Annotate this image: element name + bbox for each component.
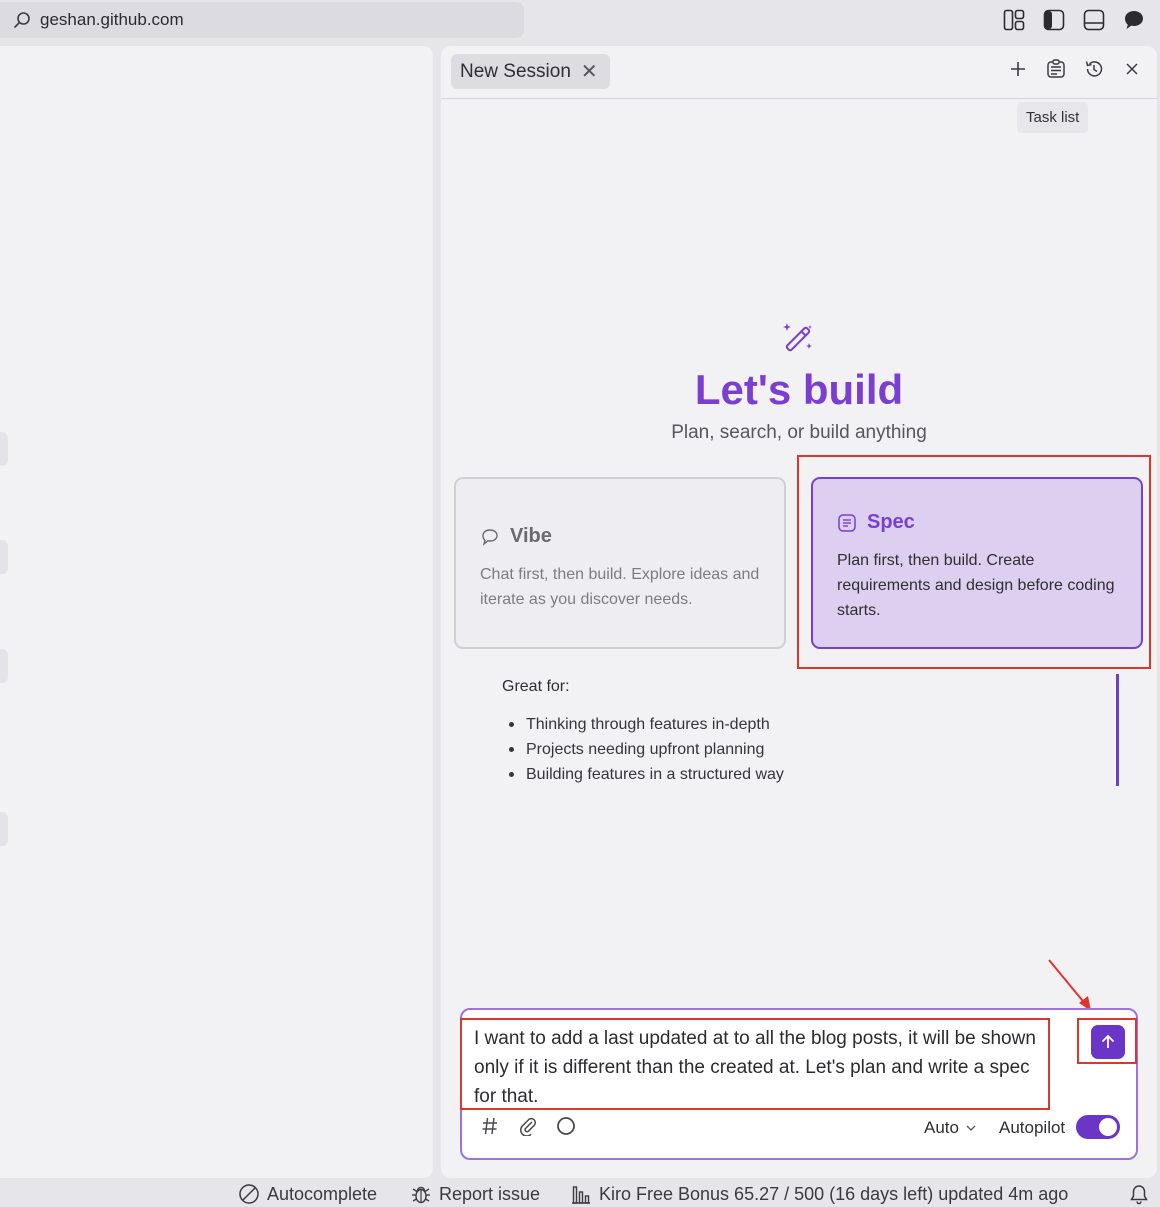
tooltip-task-list: Task list xyxy=(1017,102,1089,133)
bell-icon[interactable] xyxy=(1128,1183,1150,1205)
plus-icon[interactable] xyxy=(1007,58,1029,80)
usage-status[interactable]: Kiro Free Bonus 65.27 / 500 (16 days lef… xyxy=(570,1183,1068,1205)
chat-bubble-icon[interactable] xyxy=(1122,8,1146,32)
annotation-highlight-box xyxy=(460,1018,1050,1110)
address-bar[interactable]: geshan.github.com xyxy=(0,2,524,38)
autocomplete-status[interactable]: Autocomplete xyxy=(238,1183,377,1205)
history-icon[interactable] xyxy=(1083,58,1105,80)
report-issue-button[interactable]: Report issue xyxy=(410,1183,540,1205)
accent-divider xyxy=(1116,674,1119,786)
task-list-icon[interactable] xyxy=(1045,58,1067,80)
circle-icon[interactable] xyxy=(556,1116,576,1136)
status-bar: Autocomplete Report issue Kiro Free Bonu… xyxy=(0,1180,1160,1207)
collapsed-tab-handle[interactable] xyxy=(0,432,8,466)
hash-icon[interactable] xyxy=(480,1116,500,1136)
great-for-list: Thinking through features in-depth Proje… xyxy=(509,712,784,787)
magic-wand-icon xyxy=(783,323,812,352)
list-item: Thinking through features in-depth xyxy=(509,712,784,737)
close-icon[interactable] xyxy=(1121,58,1143,80)
hero-subtitle: Plan, search, or build anything xyxy=(671,422,927,443)
chat-bubble-icon xyxy=(482,528,498,546)
top-bar: geshan.github.com xyxy=(0,0,1160,44)
vibe-card-description: Chat first, then build. Explore ideas an… xyxy=(480,566,760,608)
url-text: geshan.github.com xyxy=(40,10,184,29)
autopilot-label: Autopilot xyxy=(999,1118,1066,1137)
annotation-highlight-box xyxy=(1077,1018,1137,1064)
mode-label: Auto xyxy=(924,1118,959,1137)
session-tab-bar: New Session ✕ xyxy=(441,46,1157,99)
kiro-chat-pane: New Session ✕ Task list Let's build Plan… xyxy=(441,46,1157,1178)
model-mode-select[interactable]: Auto xyxy=(924,1118,977,1138)
sidebar-left-icon[interactable] xyxy=(1042,8,1066,32)
annotation-arrow xyxy=(1048,959,1091,1011)
tab-label: New Session xyxy=(460,60,571,82)
great-for-heading: Great for: xyxy=(502,678,570,695)
paperclip-icon[interactable] xyxy=(518,1116,538,1136)
annotation-highlight-box xyxy=(797,455,1151,669)
search-icon xyxy=(14,12,30,28)
tab-close-icon[interactable]: ✕ xyxy=(581,62,598,82)
left-pane xyxy=(0,46,433,1178)
vibe-mode-card[interactable]: Vibe Chat first, then build. Explore ide… xyxy=(454,477,786,649)
tab-new-session[interactable]: New Session ✕ xyxy=(451,54,610,89)
disabled-icon xyxy=(239,1184,259,1204)
bar-chart-icon xyxy=(572,1186,590,1204)
collapsed-tab-handle[interactable] xyxy=(0,812,8,846)
autopilot-toggle[interactable] xyxy=(1076,1115,1120,1139)
chevron-down-icon xyxy=(966,1125,976,1131)
collapsed-tab-handle[interactable] xyxy=(0,649,8,683)
list-item: Building features in a structured way xyxy=(509,762,784,787)
hero-title: Let's build xyxy=(694,366,904,413)
bug-icon xyxy=(412,1186,430,1204)
collapsed-tab-handle[interactable] xyxy=(0,540,8,574)
list-item: Projects needing upfront planning xyxy=(509,737,784,762)
panel-bottom-icon[interactable] xyxy=(1082,8,1106,32)
layout-grid-icon[interactable] xyxy=(1002,8,1026,32)
vibe-card-title: Vibe xyxy=(510,525,552,547)
